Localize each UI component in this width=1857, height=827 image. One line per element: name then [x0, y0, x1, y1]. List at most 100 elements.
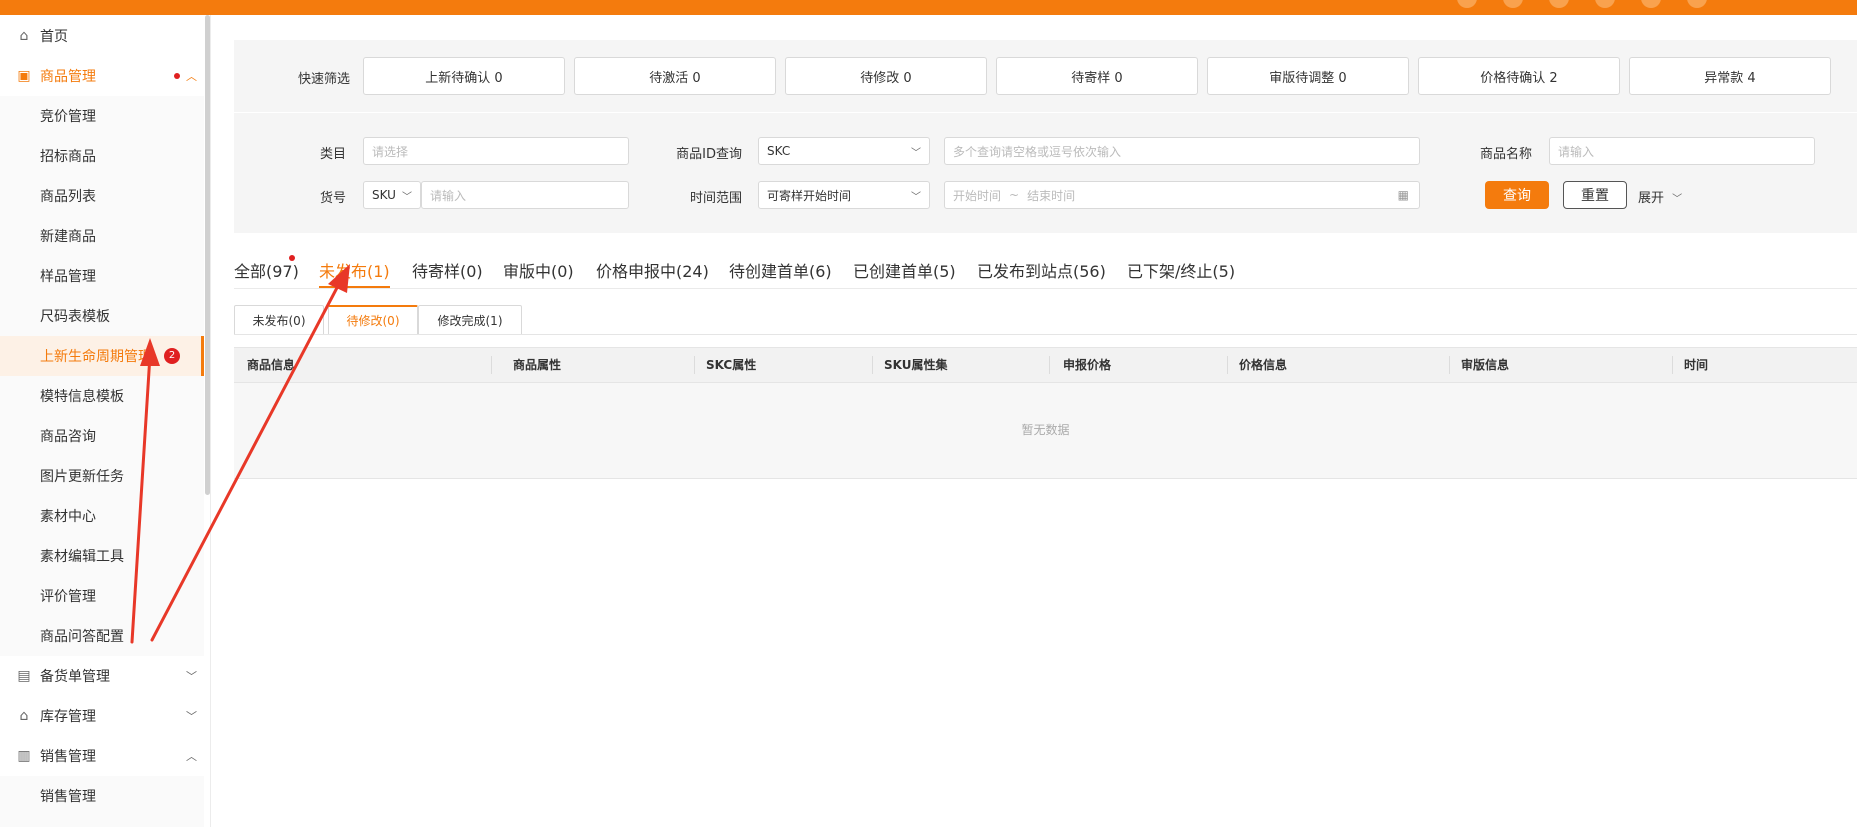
- tab-awaiting-sample[interactable]: 待寄样(0): [412, 258, 483, 288]
- sidebar-subitem-label: 图片更新任务: [40, 469, 124, 485]
- header-icon[interactable]: [1595, 0, 1615, 8]
- time-type-select[interactable]: 可寄样开始时间 ﹀: [758, 181, 930, 209]
- sidebar-subitem[interactable]: 新建商品: [0, 216, 204, 256]
- header-icon[interactable]: [1641, 0, 1661, 8]
- chevron-down-icon: ﹀: [1672, 194, 1683, 205]
- sidebar-subitem[interactable]: 招标商品: [0, 136, 204, 176]
- header-icon[interactable]: [1687, 0, 1707, 8]
- chevron-down-icon: ﹀: [186, 710, 197, 723]
- header-icon[interactable]: [1457, 0, 1477, 8]
- product-name-label: 商品名称: [1479, 147, 1532, 162]
- column-header: SKC属性: [706, 358, 757, 372]
- header-icon[interactable]: [1503, 0, 1523, 8]
- sidebar-subitem-label: 销售管理: [40, 789, 96, 805]
- tab-first-order-created[interactable]: 已创建首单(5): [853, 258, 956, 288]
- sku-type-value: SKU: [372, 188, 396, 202]
- sidebar-subitem[interactable]: 竞价管理: [0, 96, 204, 136]
- sidebar-subitem-label: 评价管理: [40, 589, 96, 605]
- sidebar-subitem-lifecycle-active[interactable]: 上新生命周期管理 2: [0, 336, 204, 376]
- reset-button[interactable]: 重置: [1563, 181, 1627, 209]
- sidebar-divider: [210, 15, 211, 827]
- chevron-down-icon: ﹀: [402, 191, 412, 203]
- column-separator: [1227, 356, 1228, 374]
- sidebar-subitem[interactable]: 商品问答配置: [0, 616, 204, 656]
- column-header: 商品属性: [513, 358, 562, 372]
- category-select[interactable]: 请选择: [363, 137, 629, 165]
- column-separator: [1672, 356, 1673, 374]
- quick-filter-button[interactable]: 待寄样 0: [996, 57, 1198, 95]
- id-query-input[interactable]: 多个查询请空格或逗号依次输入: [944, 137, 1420, 165]
- column-header: 审版信息: [1461, 358, 1510, 372]
- table-header: 商品信息 商品属性 SKC属性 SKU属性集 申报价格 价格信息 审版信息 时间: [234, 347, 1857, 383]
- sidebar-subitem[interactable]: 模特信息模板: [0, 376, 204, 416]
- header-icon[interactable]: [1549, 0, 1569, 8]
- column-separator: [1449, 356, 1450, 374]
- subtab-unpublished[interactable]: 未发布(0): [234, 305, 324, 335]
- quick-filter-label: 快速筛选: [298, 72, 351, 87]
- query-button[interactable]: 查询: [1485, 181, 1549, 209]
- id-type-select[interactable]: SKC ﹀: [758, 137, 930, 165]
- sidebar-group-inventory[interactable]: ⌂ 库存管理 ﹀: [0, 696, 204, 736]
- date-range-picker[interactable]: 开始时间 ~ 结束时间 ▦: [944, 181, 1420, 209]
- column-separator: [1049, 356, 1050, 374]
- tab-delisted[interactable]: 已下架/终止(5): [1127, 258, 1235, 288]
- sidebar-subitem[interactable]: 商品列表: [0, 176, 204, 216]
- sidebar-subitem[interactable]: 图片更新任务: [0, 456, 204, 496]
- expand-toggle[interactable]: 展开 ﹀: [1638, 187, 1682, 206]
- sku-input[interactable]: 请输入: [421, 181, 629, 209]
- sidebar-group-stock-orders[interactable]: ▤ 备货单管理 ﹀: [0, 656, 204, 696]
- category-label: 类目: [319, 147, 346, 162]
- sidebar-subitem-label: 招标商品: [40, 149, 96, 165]
- column-separator: [694, 356, 695, 374]
- tab-price-declaring[interactable]: 价格申报中(24): [596, 258, 709, 288]
- sidebar-subitem-label: 尺码表模板: [40, 309, 110, 325]
- sidebar-subitem[interactable]: 销售管理: [0, 776, 204, 816]
- subtab-edit-complete[interactable]: 修改完成(1): [418, 305, 522, 335]
- quick-filter-button[interactable]: 待修改 0: [785, 57, 987, 95]
- sidebar-group-sales[interactable]: ▥ 销售管理 ︿: [0, 736, 204, 776]
- sidebar-group-label: 销售管理: [40, 749, 96, 765]
- sidebar-subitem-label: 素材中心: [40, 509, 96, 525]
- sidebar-subitem-label: 新建商品: [40, 229, 96, 245]
- sidebar-subitem-label: 商品列表: [40, 189, 96, 205]
- sidebar-subitem[interactable]: 素材编辑工具: [0, 536, 204, 576]
- product-name-input[interactable]: 请输入: [1549, 137, 1815, 165]
- sidebar-group-product-mgmt[interactable]: ▣ 商品管理 ︿: [0, 56, 204, 96]
- sidebar-subitem[interactable]: 评价管理: [0, 576, 204, 616]
- column-header: 申报价格: [1063, 358, 1112, 372]
- chevron-down-icon: ﹀: [911, 147, 921, 159]
- quick-filter-button[interactable]: 待激活 0: [574, 57, 776, 95]
- tab-pending-first-order[interactable]: 待创建首单(6): [729, 258, 832, 288]
- sidebar-subitem-label: 商品咨询: [40, 429, 96, 445]
- sku-type-select[interactable]: SKU ﹀: [363, 181, 421, 209]
- quick-filter-button[interactable]: 价格待确认 2: [1418, 57, 1620, 95]
- tab-under-review[interactable]: 审版中(0): [503, 258, 574, 288]
- annotation-badge: 2: [164, 348, 180, 364]
- sidebar-subitem-label: 模特信息模板: [40, 389, 124, 405]
- sidebar-group-label: 库存管理: [40, 709, 96, 725]
- tab-published-to-site[interactable]: 已发布到站点(56): [977, 258, 1106, 288]
- sidebar-subitem[interactable]: 素材中心: [0, 496, 204, 536]
- expand-label: 展开: [1638, 191, 1665, 206]
- sidebar-subitem[interactable]: 尺码表模板: [0, 296, 204, 336]
- sidebar-subitem[interactable]: 样品管理: [0, 256, 204, 296]
- chevron-up-icon: ︿: [186, 70, 197, 83]
- top-header-bar: [0, 0, 1857, 15]
- sidebar-item-home[interactable]: ⌂ 首页: [0, 16, 204, 56]
- quick-filter-button[interactable]: 上新待确认 0: [363, 57, 565, 95]
- sidebar-item-label: 首页: [40, 29, 68, 45]
- subtab-pending-edit[interactable]: 待修改(0): [328, 305, 418, 335]
- chevron-down-icon: ﹀: [911, 191, 921, 203]
- quick-filter-button[interactable]: 异常款 4: [1629, 57, 1831, 95]
- subtabs-divider: [234, 334, 1857, 335]
- tab-unpublished[interactable]: 未发布(1): [319, 258, 390, 288]
- quick-filter-button[interactable]: 审版待调整 0: [1207, 57, 1409, 95]
- sidebar-subitem[interactable]: 商品咨询: [0, 416, 204, 456]
- tab-all[interactable]: 全部(97): [234, 258, 299, 288]
- notification-dot: [289, 255, 295, 261]
- notification-dot: [174, 73, 180, 79]
- clipboard-icon: ▤: [17, 668, 31, 684]
- home-icon: ⌂: [19, 28, 29, 44]
- sidebar-group-label: 商品管理: [40, 69, 96, 85]
- chevron-up-icon: ︿: [186, 750, 197, 763]
